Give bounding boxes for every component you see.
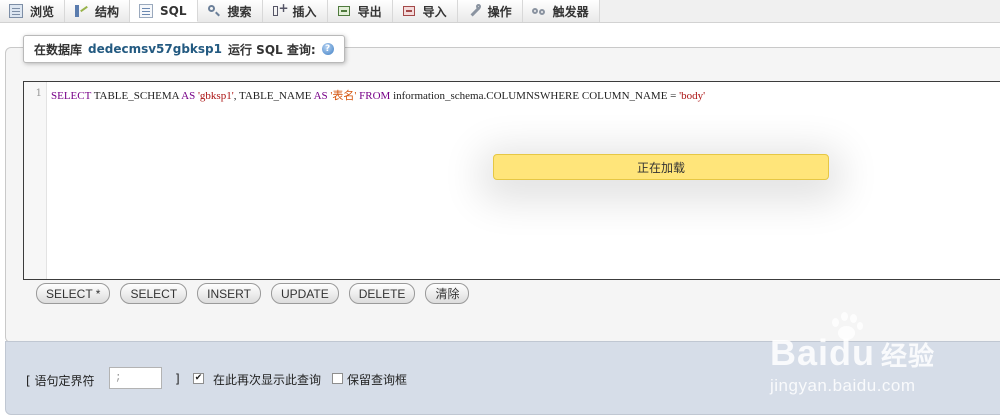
sql-text: information_schema.COLUMNSWHERE COLUMN_N… (390, 90, 680, 102)
insert-icon (272, 1, 289, 18)
insert-button[interactable]: INSERT (197, 283, 261, 304)
tab-insert[interactable]: 插入 (262, 0, 328, 22)
watermark-brand-latin: Baidu (770, 332, 876, 373)
tab-label: 导出 (357, 4, 382, 19)
show-again-checkbox[interactable]: ✔ (193, 373, 204, 384)
select-all-button[interactable]: SELECT * (36, 283, 111, 304)
tab-structure[interactable]: 结构 (65, 0, 131, 22)
import-icon (402, 4, 416, 18)
tab-label: 触发器 (552, 4, 589, 19)
sql-code-line[interactable]: SELECT TABLE_SCHEMA AS 'gbksp1', TABLE_N… (51, 87, 705, 103)
sql-string: '表名' (327, 90, 357, 102)
tab-browse[interactable]: 浏览 (0, 0, 66, 22)
sql-string: 'gbksp1' (195, 90, 234, 102)
delimiter-input[interactable]: ; (109, 367, 162, 389)
database-name: dedecmsv57gbksp1 (88, 42, 222, 56)
loading-text: 正在加载 (636, 160, 685, 175)
search-icon (207, 4, 221, 18)
tab-operations[interactable]: 操作 (457, 0, 523, 22)
tab-sql[interactable]: SQL (130, 0, 198, 22)
sql-text: , TABLE_NAME (233, 90, 314, 102)
select-button[interactable]: SELECT (120, 283, 188, 304)
export-icon (337, 4, 351, 18)
sql-keyword: AS (181, 90, 196, 102)
tab-label: 插入 (292, 4, 317, 19)
clear-button[interactable]: 清除 (425, 283, 470, 304)
browse-icon (9, 4, 23, 18)
query-box-prefix: 在数据库 (34, 42, 83, 57)
query-box-title: 在数据库 dedecmsv57gbksp1 运行 SQL 查询: ? (23, 35, 345, 63)
retain-query-box-label: 保留查询框 (347, 373, 408, 387)
tab-label: 结构 (95, 4, 120, 19)
sql-icon (139, 3, 154, 18)
tab-label: SQL (160, 3, 187, 18)
editor-gutter: 1 (24, 82, 47, 279)
sql-string: 'body' (679, 90, 706, 102)
watermark-brand: Baidu 经验 (770, 332, 935, 374)
sql-editor[interactable]: 1 SELECT TABLE_SCHEMA AS 'gbksp1', TABLE… (23, 81, 1000, 280)
trigger-icon (531, 4, 546, 18)
tab-label: 导入 (422, 4, 447, 19)
tab-import[interactable]: 导入 (392, 0, 458, 22)
tab-label: 浏览 (30, 4, 55, 19)
baidu-watermark: Baidu 经验 jingyan.baidu.com (770, 310, 992, 400)
query-box-suffix: 运行 SQL 查询: (228, 42, 316, 57)
wrench-icon (467, 4, 481, 18)
tab-label: 搜索 (227, 4, 252, 19)
sql-keyword: FROM (356, 90, 391, 102)
sql-keyword: SELECT (51, 90, 92, 102)
structure-icon (74, 4, 88, 18)
tab-search[interactable]: 搜索 (197, 0, 263, 22)
tab-label: 操作 (487, 4, 512, 19)
delimiter-label: [ 语句定界符 (26, 374, 95, 388)
sql-keyword: AS (313, 90, 328, 102)
tab-export[interactable]: 导出 (327, 0, 393, 22)
sql-text: TABLE_SCHEMA (91, 90, 182, 102)
sql-button-row: SELECT * SELECT INSERT UPDATE DELETE 清除 (36, 283, 470, 304)
retain-query-box-checkbox[interactable] (332, 373, 343, 384)
line-number: 1 (35, 88, 42, 99)
loading-indicator: 正在加载 (493, 154, 829, 180)
update-button[interactable]: UPDATE (270, 283, 339, 304)
watermark-brand-zh: 经验 (881, 341, 936, 371)
watermark-url: jingyan.baidu.com (770, 376, 916, 395)
tab-triggers[interactable]: 触发器 (522, 0, 600, 22)
delete-button[interactable]: DELETE (348, 283, 416, 304)
tab-bar: 浏览 结构 SQL 搜索 插入 导出 导入 操作 触发器 (0, 0, 1000, 23)
delimiter-close-bracket: ] (175, 372, 180, 386)
show-again-label: 在此再次显示此查询 (213, 373, 322, 387)
help-icon[interactable]: ? (321, 43, 334, 55)
